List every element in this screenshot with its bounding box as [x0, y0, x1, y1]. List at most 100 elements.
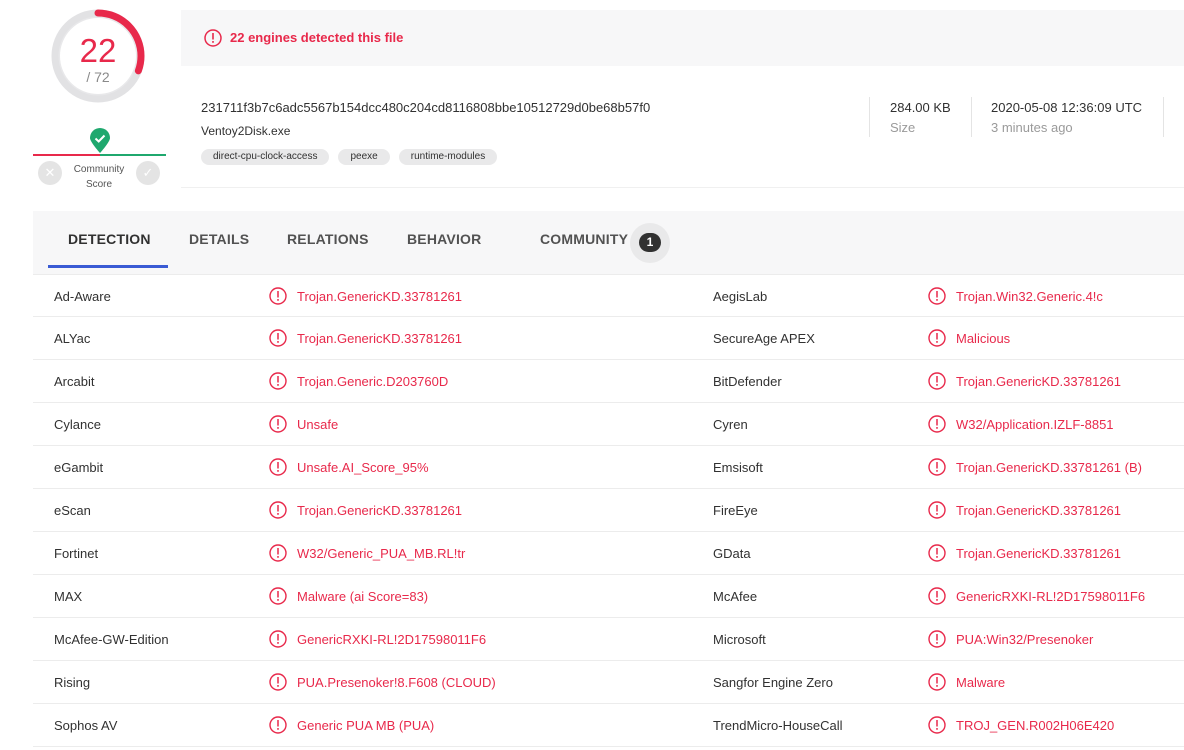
- detection-result: PUA:Win32/Presenoker: [956, 632, 1094, 647]
- table-row: Ad-Aware Trojan.GenericKD.33781261 AegisLa…: [33, 274, 1184, 317]
- engine-name: Cylance: [54, 417, 101, 432]
- table-row: eScan Trojan.GenericKD.33781261 FireEye Tro…: [33, 489, 1184, 532]
- tab-detection[interactable]: DETECTION: [68, 211, 151, 269]
- engine-name: SecureAge APEX: [713, 331, 815, 346]
- table-row: Fortinet W32/Generic_PUA_MB.RL!tr GData Tro…: [33, 532, 1184, 575]
- table-row: Cylance Unsafe Cyren W32/Application.IZLF-8…: [33, 403, 1184, 446]
- tag[interactable]: runtime-modules: [398, 149, 498, 165]
- alert-circle-icon: [269, 287, 287, 305]
- file-size: 284.00 KB Size: [890, 100, 951, 135]
- alert-text: 22 engines detected this file: [230, 30, 404, 45]
- detection-result: Trojan.GenericKD.33781261 (B): [956, 460, 1142, 475]
- tab-details[interactable]: DETAILS: [189, 211, 249, 269]
- detection-result: Malware (ai Score=83): [297, 589, 429, 604]
- table-row: McAfee-GW-Edition GenericRXKI-RL!2D175980…: [33, 618, 1184, 661]
- vote-malicious-button[interactable]: ✕: [38, 161, 62, 185]
- file-size-label: Size: [890, 120, 916, 135]
- alert-circle-icon: [928, 329, 946, 347]
- detection-result: Malware: [956, 675, 1006, 690]
- tab-community[interactable]: COMMUNITY: [540, 211, 628, 269]
- detection-result: Trojan.GenericKD.33781261: [297, 289, 463, 304]
- alert-circle-icon: [269, 501, 287, 519]
- detection-result: Generic PUA MB (PUA): [297, 718, 435, 733]
- engine-name: Rising: [54, 675, 91, 690]
- divider: [869, 97, 870, 137]
- analysis-date-value: 2020-05-08 12:36:09 UTC: [991, 100, 1143, 115]
- file-tags: direct-cpu-clock-access peexe runtime-mo…: [201, 149, 498, 165]
- alert-circle-icon: [928, 372, 946, 390]
- tag[interactable]: peexe: [338, 149, 390, 165]
- alert-circle-icon: [269, 630, 287, 648]
- engine-name: MAX: [54, 589, 83, 604]
- divider: [1163, 97, 1164, 137]
- table-row: eGambit Unsafe.AI_Score_95% Emsisoft Trojan…: [33, 446, 1184, 489]
- alert-circle-icon: [928, 544, 946, 562]
- alert-circle-icon: [269, 716, 287, 734]
- alert-circle-icon: [269, 415, 287, 433]
- detection-result: GenericRXKI-RL!2D17598011F6: [956, 589, 1146, 604]
- alert-circle-icon: [269, 329, 287, 347]
- table-row: Sophos AV Generic PUA MB (PUA) TrendMicro-…: [33, 704, 1184, 747]
- alert-circle-icon: [928, 673, 946, 691]
- detection-result: GenericRXKI-RL!2D17598011F6: [297, 632, 487, 647]
- active-tab-indicator: [48, 265, 168, 268]
- tag[interactable]: direct-cpu-clock-access: [201, 149, 330, 165]
- detection-result: Trojan.GenericKD.33781261: [956, 374, 1122, 389]
- alert-circle-icon: [269, 587, 287, 605]
- engine-name: McAfee: [713, 589, 758, 604]
- tab-behavior[interactable]: BEHAVIOR: [407, 211, 481, 269]
- file-hash[interactable]: 231711f3b7c6adc5567b154dcc480c204cd81168…: [201, 100, 650, 115]
- table-row: ALYac Trojan.GenericKD.33781261 SecureAge …: [33, 317, 1184, 360]
- detection-result: PUA.Presenoker!8.F608 (CLOUD): [297, 675, 496, 690]
- alert-circle-icon: [928, 458, 946, 476]
- community-score-bar: [33, 154, 166, 156]
- alert-circle-icon: [269, 372, 287, 390]
- engines-total: / 72: [86, 69, 110, 85]
- engine-name: FireEye: [713, 503, 758, 518]
- engine-name: eGambit: [54, 460, 104, 475]
- alert-circle-icon: [204, 29, 222, 47]
- analysis-date-ago: 3 minutes ago: [991, 120, 1073, 135]
- alert-circle-icon: [928, 501, 946, 519]
- alert-circle-icon: [269, 673, 287, 691]
- detections-table: Ad-Aware Trojan.GenericKD.33781261 AegisLa…: [33, 274, 1184, 747]
- detection-result: Trojan.Generic.D203760D: [297, 374, 449, 389]
- engine-name: Microsoft: [713, 632, 766, 647]
- detection-alert: 22 engines detected this file: [181, 10, 1184, 66]
- close-icon: ✕: [44, 165, 56, 180]
- detection-result: Trojan.GenericKD.33781261: [297, 503, 463, 518]
- detected-count: 22: [79, 32, 117, 69]
- detection-result: W32/Application.IZLF-8851: [956, 417, 1114, 432]
- engine-name: Cyren: [713, 417, 748, 432]
- engine-name: Sophos AV: [54, 718, 118, 733]
- engine-name: Emsisoft: [713, 460, 763, 475]
- divider: [971, 97, 972, 137]
- community-count-badge[interactable]: 1: [630, 223, 670, 263]
- engine-name: BitDefender: [713, 374, 782, 389]
- alert-circle-icon: [269, 544, 287, 562]
- alert-circle-icon: [928, 587, 946, 605]
- community-count: 1: [639, 233, 661, 252]
- community-score-label: Community Score: [73, 164, 125, 190]
- file-size-value: 284.00 KB: [890, 100, 951, 115]
- engine-name: eScan: [54, 503, 91, 518]
- engine-name: GData: [713, 546, 751, 561]
- detection-result: Trojan.GenericKD.33781261: [956, 503, 1122, 518]
- report-tabs: DETECTION DETAILS RELATIONS BEHAVIOR COM…: [33, 211, 1184, 274]
- engine-name: Ad-Aware: [54, 289, 111, 304]
- tab-relations[interactable]: RELATIONS: [287, 211, 369, 269]
- alert-circle-icon: [928, 415, 946, 433]
- engine-name: Arcabit: [54, 374, 95, 389]
- detection-result: Trojan.Win32.Generic.4!c: [956, 289, 1103, 304]
- detection-result: Unsafe.AI_Score_95%: [297, 460, 429, 475]
- detection-score-gauge: 22 / 72: [48, 6, 152, 110]
- engine-name: Fortinet: [54, 546, 99, 561]
- detection-result: Malicious: [956, 331, 1011, 346]
- check-icon: ✓: [142, 165, 154, 180]
- table-row: Arcabit Trojan.Generic.D203760D BitDefende…: [33, 360, 1184, 403]
- alert-circle-icon: [269, 458, 287, 476]
- vote-harmless-button[interactable]: ✓: [136, 161, 160, 185]
- analysis-date: 2020-05-08 12:36:09 UTC 3 minutes ago: [991, 100, 1142, 135]
- engine-name: ALYac: [54, 331, 91, 346]
- file-name: Ventoy2Disk.exe: [201, 124, 291, 138]
